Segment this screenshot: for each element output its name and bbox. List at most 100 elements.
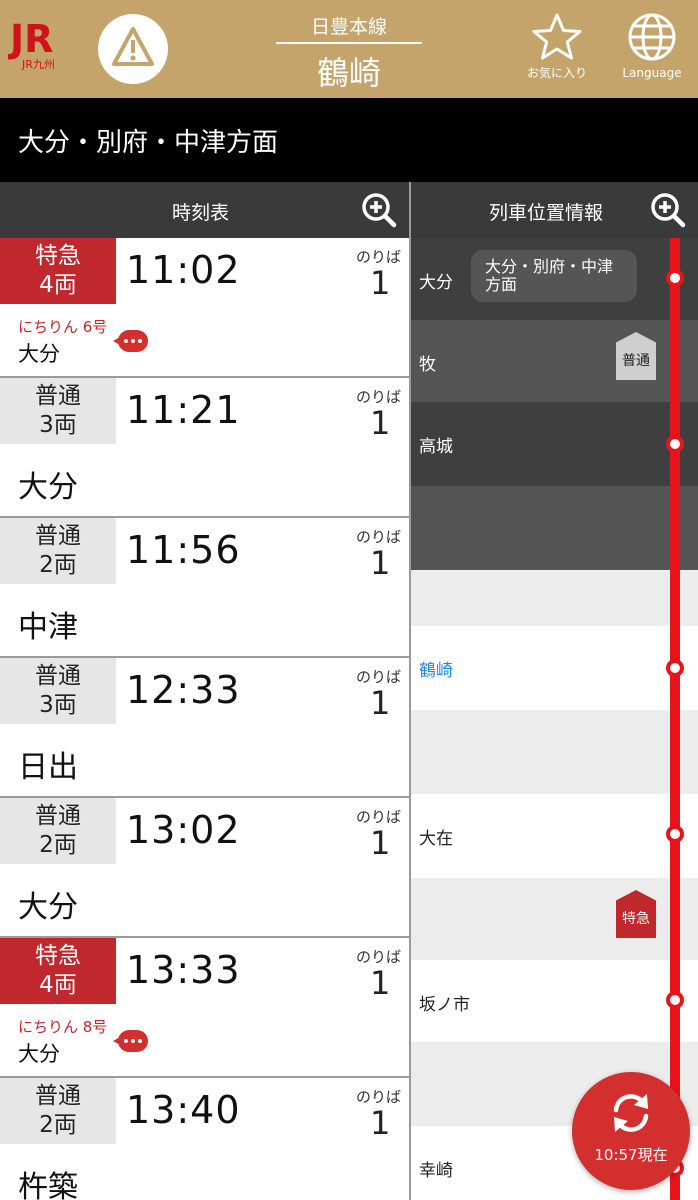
car-count: 2両 <box>39 552 77 578</box>
updated-time: 10:57現在 <box>594 1146 668 1164</box>
position-title: 列車位置情報 <box>489 202 604 224</box>
train-type-badge: 特急 4両 <box>0 938 116 1004</box>
direction-bar[interactable]: 大分・別府・中津方面 <box>0 98 698 182</box>
car-count: 3両 <box>39 692 77 718</box>
platform-number: 1 <box>370 544 391 582</box>
train-marker-express[interactable]: 特急 <box>616 890 656 938</box>
station-band: 坂ノ市 <box>411 960 698 1042</box>
train-type: 特急 <box>35 243 81 269</box>
destination: 大分 <box>18 1042 60 1066</box>
svg-text:JR九州: JR九州 <box>21 58 55 71</box>
zoom-in-icon[interactable] <box>360 191 398 229</box>
timetable-row[interactable]: 普通 3両 12:33 のりば 1 日出 <box>0 658 409 798</box>
train-type-badge: 普通 3両 <box>0 378 116 444</box>
track-band <box>411 570 698 626</box>
favorite-label: お気に入り <box>526 66 587 80</box>
station-dot <box>666 825 684 843</box>
station-dot <box>666 659 684 677</box>
station-dot <box>666 269 684 287</box>
language-label: Language <box>622 66 682 80</box>
language-button[interactable]: Language <box>612 10 692 86</box>
train-type: 普通 <box>35 383 81 409</box>
platform-number: 1 <box>370 264 391 302</box>
car-count: 3両 <box>39 412 77 438</box>
station-label: 幸崎 <box>419 1161 453 1181</box>
destination: 大分 <box>18 470 78 505</box>
train-type: 特急 <box>35 943 81 969</box>
train-marker-local[interactable]: 普通 <box>616 332 656 380</box>
destination: 日出 <box>18 750 78 785</box>
destination: 大分 <box>18 890 78 925</box>
station-label: 牧 <box>419 355 436 375</box>
track-band: 特急 <box>411 878 698 960</box>
zoom-in-icon[interactable] <box>649 191 687 229</box>
departure-time: 11:02 <box>126 248 241 292</box>
train-type-badge: 普通 2両 <box>0 798 116 864</box>
departure-time: 13:40 <box>126 1088 241 1132</box>
station-band: 牧 普通 <box>411 320 698 402</box>
departure-time: 11:56 <box>126 528 241 572</box>
train-type-badge: 特急 4両 <box>0 238 116 304</box>
train-position-panel[interactable]: 大分 大分・別府・中津方面 牧 普通 高城 鶴崎 大在 特急 坂ノ市 幸崎 <box>411 238 698 1200</box>
departure-time: 12:33 <box>126 668 241 712</box>
timetable-title: 時刻表 <box>172 202 230 224</box>
timetable-list[interactable]: 特急 4両 11:02 のりば 1 にちりん 6号 大分 普通 3両 11:21… <box>0 238 409 1200</box>
train-name: にちりん 6号 <box>18 318 108 336</box>
rail-line <box>670 238 680 1200</box>
train-type: 普通 <box>35 523 81 549</box>
car-count: 4両 <box>39 972 77 998</box>
destination: 大分 <box>18 342 60 366</box>
direction-title: 大分・別府・中津方面 <box>18 128 279 158</box>
current-station-label: 鶴崎 <box>419 661 453 681</box>
platform-number: 1 <box>370 964 391 1002</box>
station-band: 高城 <box>411 402 698 486</box>
station-dot <box>666 991 684 1009</box>
refresh-button[interactable]: 10:57現在 <box>572 1072 690 1190</box>
position-header: 列車位置情報 <box>411 182 698 238</box>
station-band: 大在 <box>411 794 698 878</box>
timetable-row[interactable]: 普通 2両 11:56 のりば 1 中津 <box>0 518 409 658</box>
train-type: 普通 <box>35 803 81 829</box>
station-label: 大在 <box>419 829 453 849</box>
track-band <box>411 710 698 794</box>
train-type: 普通 <box>35 663 81 689</box>
station-label: 高城 <box>419 437 453 457</box>
timetable-row[interactable]: 特急 4両 11:02 のりば 1 にちりん 6号 大分 <box>0 238 409 378</box>
platform-number: 1 <box>370 684 391 722</box>
star-icon <box>532 13 582 60</box>
train-type: 普通 <box>35 1083 81 1109</box>
station-band: 大分 大分・別府・中津方面 <box>411 238 698 320</box>
app-header: JR JR九州 日豊本線 鶴崎 お気に入り Language <box>0 0 698 98</box>
platform-number: 1 <box>370 1104 391 1142</box>
platform-number: 1 <box>370 824 391 862</box>
station-dot <box>666 435 684 453</box>
car-count: 2両 <box>39 832 77 858</box>
timetable-row[interactable]: 特急 4両 13:33 のりば 1 にちりん 8号 大分 <box>0 938 409 1078</box>
timetable-row[interactable]: 普通 2両 13:40 のりば 1 杵築 <box>0 1078 409 1200</box>
more-info-icon[interactable] <box>113 330 148 352</box>
line-name: 日豊本線 <box>310 16 387 38</box>
more-info-icon[interactable] <box>113 1030 148 1052</box>
timetable-row[interactable]: 普通 2両 13:02 のりば 1 大分 <box>0 798 409 938</box>
train-name: にちりん 8号 <box>18 1018 108 1036</box>
car-count: 4両 <box>39 272 77 298</box>
train-type-badge: 普通 2両 <box>0 518 116 584</box>
car-count: 2両 <box>39 1112 77 1138</box>
title-divider <box>276 42 422 44</box>
warning-icon <box>112 27 154 66</box>
timetable-row[interactable]: 普通 3両 11:21 のりば 1 大分 <box>0 378 409 518</box>
favorite-button[interactable]: お気に入り <box>520 10 594 86</box>
station-label: 坂ノ市 <box>419 995 470 1015</box>
station-band: 鶴崎 <box>411 626 698 710</box>
train-type-badge: 普通 2両 <box>0 1078 116 1144</box>
train-type-badge: 普通 3両 <box>0 658 116 724</box>
destination: 中津 <box>18 610 78 645</box>
station-name: 鶴崎 <box>316 54 381 92</box>
timetable-header: 時刻表 <box>0 182 409 238</box>
svg-text:JR: JR <box>8 17 53 61</box>
alert-button[interactable] <box>98 14 168 84</box>
departure-time: 13:02 <box>126 808 241 852</box>
station-label: 大分 <box>419 273 453 293</box>
departure-time: 13:33 <box>126 948 241 992</box>
destination: 杵築 <box>18 1170 78 1200</box>
